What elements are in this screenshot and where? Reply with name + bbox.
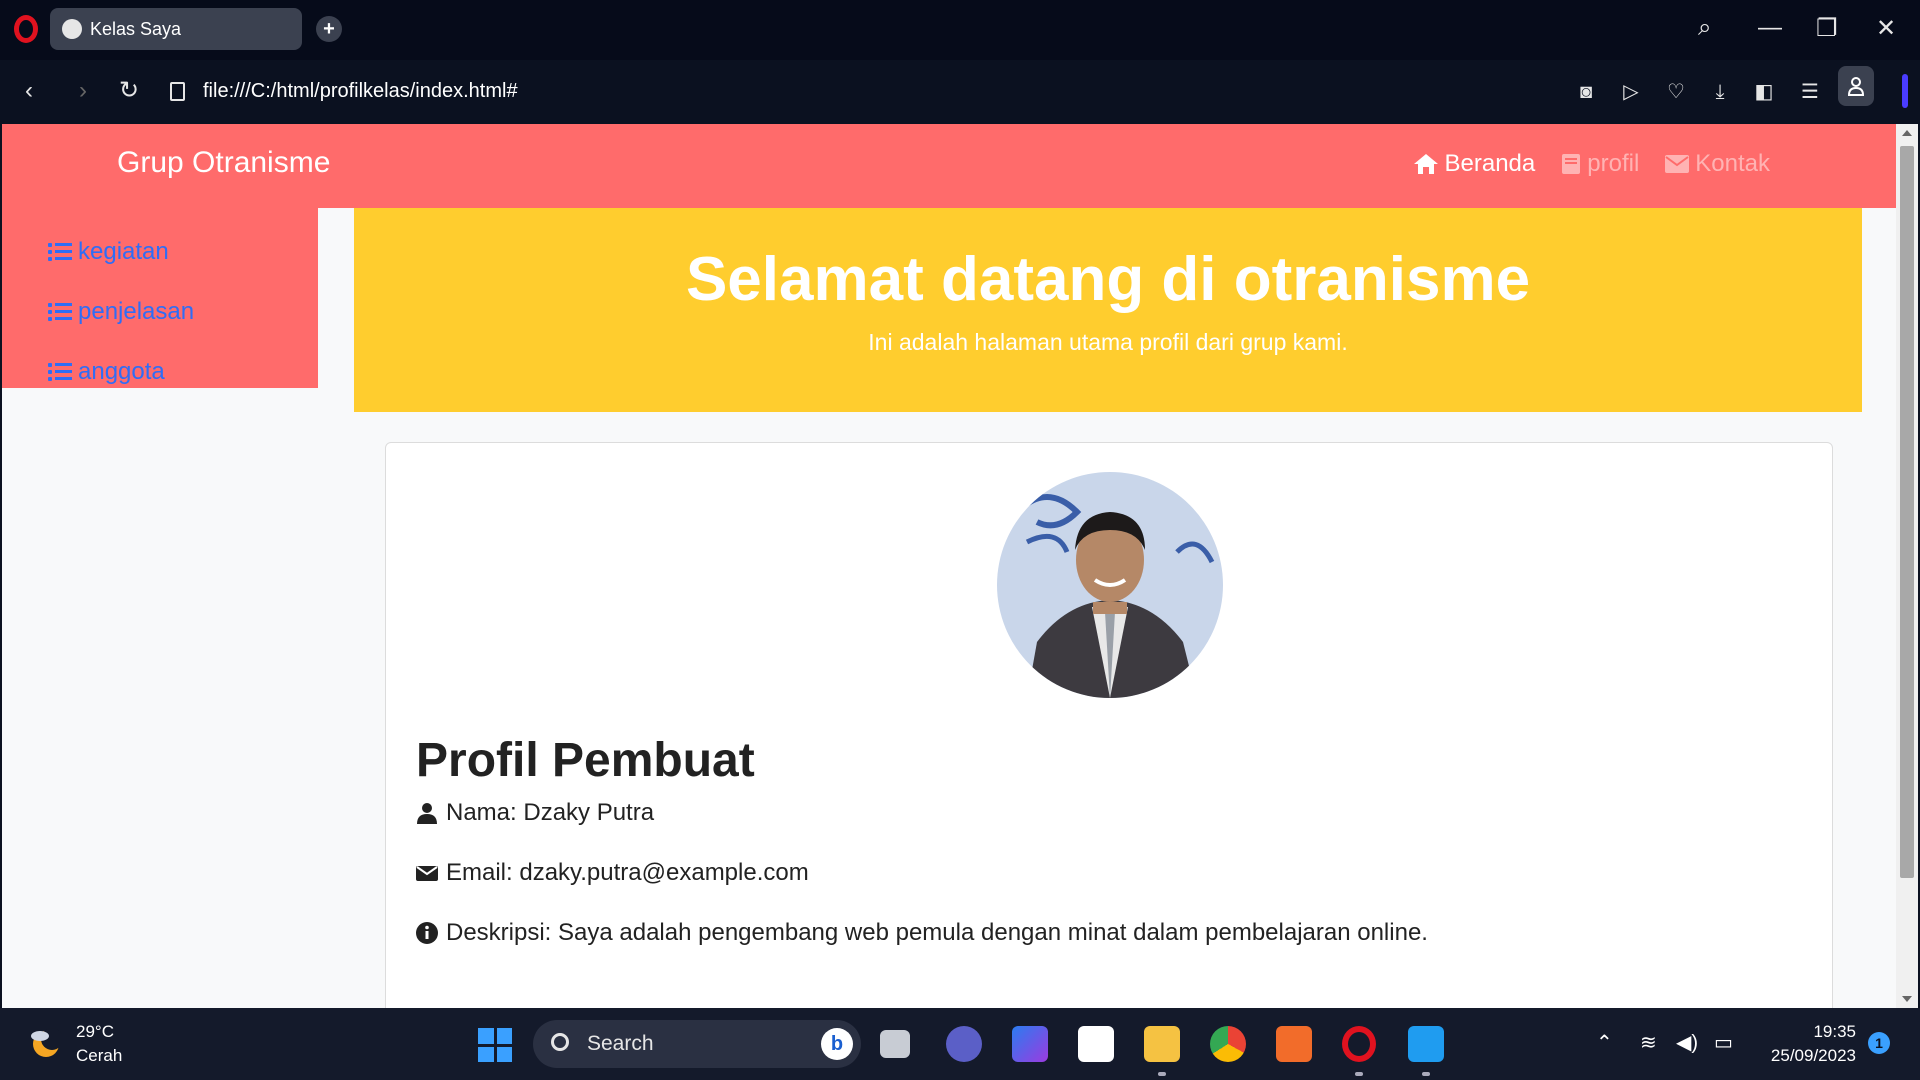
browser-tab[interactable]: Kelas Saya (50, 8, 302, 50)
globe-icon (62, 19, 82, 39)
search-tabs-icon[interactable]: ⌕ (1698, 14, 1711, 42)
sidebar-label-anggota: anggota (78, 358, 165, 385)
site-brand[interactable]: Grup Otranisme (117, 146, 330, 180)
task-view-icon[interactable] (880, 1030, 910, 1058)
battery-icon[interactable]: ▭ (1714, 1030, 1733, 1055)
user-icon (417, 803, 437, 824)
list-icon (48, 362, 72, 382)
chrome-icon[interactable] (1210, 1026, 1246, 1062)
new-tab-button[interactable]: + (316, 16, 342, 42)
heart-icon[interactable]: ♡ (1664, 80, 1688, 104)
close-window-button[interactable]: ✕ (1876, 14, 1896, 43)
site-navbar: Grup Otranisme Beranda profil Kontak (2, 124, 1898, 208)
notification-badge[interactable]: 1 (1868, 1032, 1890, 1054)
profile-button[interactable] (1838, 66, 1874, 106)
profile-heading: Profil Pembuat (416, 734, 755, 787)
system-clock[interactable]: 19:35 25/09/2023 (1756, 1020, 1856, 1068)
sidebar-label-kegiatan: kegiatan (78, 238, 169, 265)
windows-taskbar: 29°C Cerah Search b ⌃ ≋ ◀) ▭ 19:35 25/09… (0, 1008, 1920, 1080)
back-button[interactable]: ‹ (14, 76, 44, 106)
nav-label-kontak: Kontak (1695, 150, 1770, 177)
clock-date: 25/09/2023 (1770, 1046, 1856, 1065)
profile-email-text: Email: dzaky.putra@example.com (446, 859, 809, 886)
hero-subtitle: Ini adalah halaman utama profil dari gru… (868, 329, 1348, 355)
download-icon[interactable]: ⤓ (1708, 80, 1732, 104)
sidebar-item-anggota[interactable]: anggota (2, 342, 318, 402)
profile-description: Deskripsi: Saya adalah pengembang web pe… (416, 919, 1428, 947)
list-icon (48, 242, 72, 262)
weather-condition: Cerah (76, 1046, 123, 1065)
file-icon (170, 82, 185, 102)
easy-setup-icon[interactable]: ☰ (1798, 80, 1822, 104)
bing-icon[interactable]: b (821, 1028, 853, 1060)
battery-saver-icon[interactable]: ◧ (1752, 80, 1776, 104)
sidebar-label-penjelasan: penjelasan (78, 298, 195, 325)
envelope-icon (416, 866, 438, 881)
profile-name-text: Nama: Dzaky Putra (446, 799, 655, 826)
hero-banner: Selamat datang di otranisme Ini adalah h… (354, 208, 1862, 412)
microsoft-store-icon[interactable] (1078, 1026, 1114, 1062)
weather-moon-icon[interactable] (28, 1026, 62, 1060)
profile-avatar (997, 472, 1223, 698)
profile-email: Email: dzaky.putra@example.com (416, 859, 809, 887)
nav-link-beranda[interactable]: Beranda (1413, 150, 1536, 178)
weather-temperature: 29°C (76, 1022, 114, 1041)
tab-title: Kelas Saya (90, 18, 182, 39)
show-hidden-icons-icon[interactable]: ⌃ (1596, 1030, 1613, 1055)
forward-button[interactable]: › (68, 76, 98, 106)
user-icon (1847, 76, 1865, 96)
info-icon (416, 922, 438, 944)
search-icon (551, 1033, 569, 1051)
clock-time: 19:35 (1813, 1022, 1856, 1041)
sidebar: kegiatan penjelasan anggota (2, 208, 318, 388)
page-scrollbar[interactable] (1896, 124, 1918, 1008)
sidebar-accent (1902, 74, 1908, 108)
xampp-icon[interactable] (1276, 1026, 1312, 1062)
nav-label-profil: profil (1587, 150, 1640, 177)
url-text: file:///C:/html/profilkelas/index.html# (203, 80, 518, 102)
scroll-up-arrow[interactable] (1902, 130, 1912, 136)
flow-icon[interactable]: ▷ (1619, 80, 1643, 104)
profile-name: Nama: Dzaky Putra (416, 799, 654, 827)
copilot-icon[interactable] (1012, 1026, 1048, 1062)
hero-title: Selamat datang di otranisme (685, 245, 1531, 314)
running-indicator (1158, 1072, 1166, 1076)
wifi-icon[interactable]: ≋ (1640, 1030, 1657, 1055)
volume-icon[interactable]: ◀) (1676, 1030, 1698, 1055)
opera-logo-icon[interactable] (14, 15, 38, 43)
restore-button[interactable]: ❐ (1816, 14, 1838, 43)
start-button[interactable] (478, 1028, 512, 1062)
nav-label-beranda: Beranda (1444, 150, 1536, 177)
envelope-icon (1665, 155, 1690, 173)
vscode-icon[interactable] (1408, 1026, 1444, 1062)
scrollbar-thumb[interactable] (1900, 146, 1914, 878)
profile-card: Profil Pembuat Nama: Dzaky Putra Email: … (385, 442, 1833, 1008)
nav-link-profil[interactable]: profil (1561, 150, 1639, 178)
opera-taskbar-icon[interactable] (1342, 1026, 1376, 1062)
nav-links: Beranda profil Kontak (1413, 150, 1770, 178)
browser-toolbar: ‹ › ↻ file:///C:/html/profilkelas/index.… (0, 60, 1920, 124)
camera-icon[interactable]: ◙ (1574, 80, 1598, 104)
running-indicator (1355, 1072, 1363, 1076)
home-icon (1413, 154, 1438, 174)
minimize-button[interactable]: — (1758, 14, 1782, 42)
teams-icon[interactable] (946, 1026, 982, 1062)
file-explorer-icon[interactable] (1144, 1026, 1180, 1062)
reload-button[interactable]: ↻ (114, 76, 144, 106)
list-icon (48, 302, 72, 322)
sidebar-item-kegiatan[interactable]: kegiatan (2, 222, 318, 282)
search-label: Search (587, 1032, 654, 1055)
browser-tab-bar: Kelas Saya + ⌕ — ❐ ✕ (0, 0, 1920, 60)
running-indicator (1422, 1072, 1430, 1076)
scroll-down-arrow[interactable] (1902, 996, 1912, 1002)
sidebar-item-penjelasan[interactable]: penjelasan (2, 282, 318, 342)
profile-description-text: Deskripsi: Saya adalah pengembang web pe… (446, 919, 1428, 946)
taskbar-search[interactable]: Search b (533, 1020, 861, 1068)
nav-link-kontak[interactable]: Kontak (1665, 150, 1770, 178)
page-viewport: Grup Otranisme Beranda profil Kontak keg… (2, 124, 1898, 1008)
book-icon (1562, 154, 1581, 174)
